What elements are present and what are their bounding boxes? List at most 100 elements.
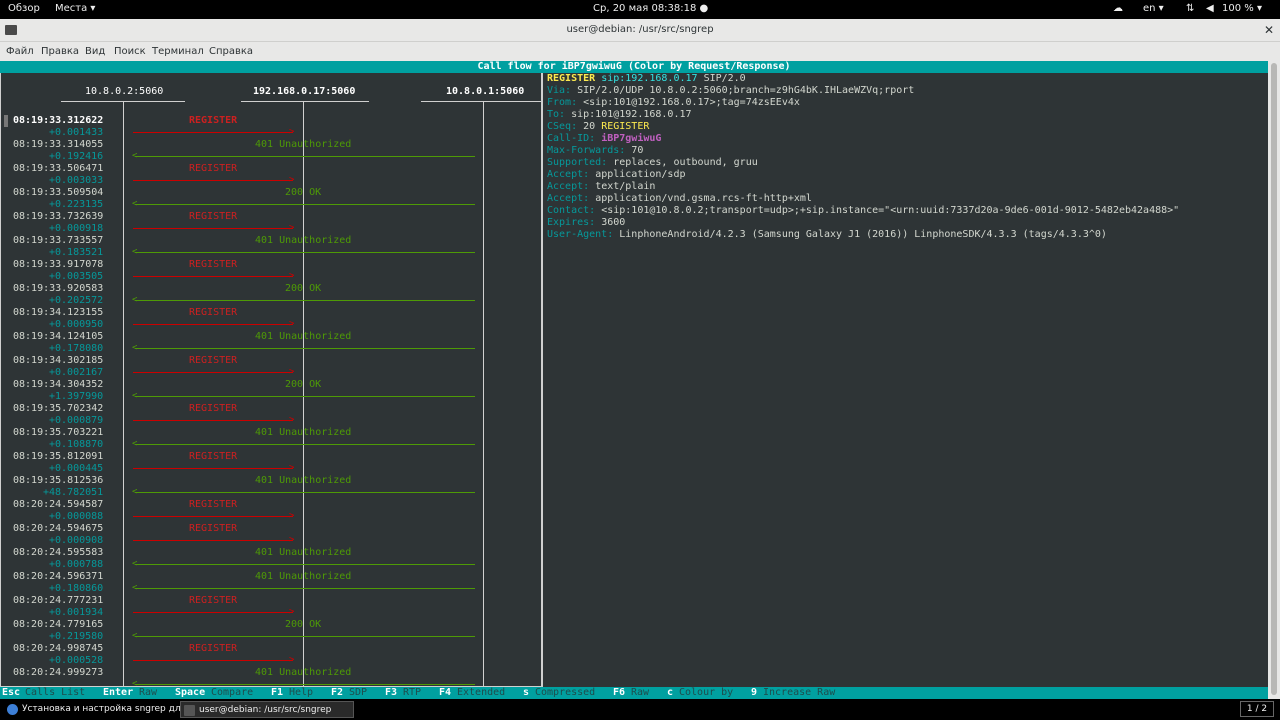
request-label[interactable]: REGISTER	[189, 115, 237, 127]
request-arrow[interactable]	[133, 276, 293, 277]
response-arrow[interactable]	[135, 588, 475, 589]
request-label[interactable]: REGISTER	[189, 523, 237, 535]
request-label[interactable]: REGISTER	[189, 307, 237, 319]
key-s[interactable]: s	[523, 687, 529, 699]
request-label[interactable]: REGISTER	[189, 403, 237, 415]
response-label[interactable]: 401 Unauthorized	[255, 547, 351, 559]
request-arrow[interactable]	[133, 660, 293, 661]
response-label[interactable]: 401 Unauthorized	[255, 667, 351, 679]
message-timestamp[interactable]: 08:20:24.595583	[13, 547, 103, 559]
response-arrow[interactable]	[135, 348, 475, 349]
message-timestamp[interactable]: 08:19:34.302185	[13, 355, 103, 367]
taskbar-browser[interactable]: Установка и настройка sngrep дл...	[4, 701, 189, 718]
menu-search[interactable]: Поиск	[114, 46, 146, 57]
request-label[interactable]: REGISTER	[189, 355, 237, 367]
message-timestamp[interactable]: 08:19:34.124105	[13, 331, 103, 343]
response-label[interactable]: 200 OK	[285, 187, 321, 199]
key-c[interactable]: c	[667, 687, 673, 699]
message-timestamp[interactable]: 08:19:33.509504	[13, 187, 103, 199]
message-timestamp[interactable]: 08:20:24.596371	[13, 571, 103, 583]
key-f2[interactable]: F2	[331, 687, 343, 699]
request-arrow[interactable]	[133, 228, 293, 229]
response-arrow[interactable]	[135, 444, 475, 445]
message-timestamp[interactable]: 08:20:24.779165	[13, 619, 103, 631]
response-arrow[interactable]	[135, 156, 475, 157]
menu-help[interactable]: Справка	[209, 46, 253, 57]
key-space[interactable]: Space	[175, 687, 205, 699]
clock[interactable]: Ср, 20 мая 08:38:18 ●	[593, 3, 708, 14]
key-9[interactable]: 9	[751, 687, 757, 699]
message-timestamp[interactable]: 08:19:34.123155	[13, 307, 103, 319]
request-arrow[interactable]	[133, 372, 293, 373]
battery-indicator[interactable]: 100 % ▾	[1222, 3, 1262, 14]
scrollbar-thumb[interactable]	[1271, 63, 1277, 695]
response-arrow[interactable]	[135, 396, 475, 397]
response-label[interactable]: 401 Unauthorized	[255, 331, 351, 343]
menu-edit[interactable]: Правка	[41, 46, 79, 57]
request-label[interactable]: REGISTER	[189, 211, 237, 223]
message-timestamp[interactable]: 08:19:34.304352	[13, 379, 103, 391]
request-label[interactable]: REGISTER	[189, 499, 237, 511]
key-esc[interactable]: Esc	[2, 687, 20, 699]
message-timestamp[interactable]: 08:20:24.594675	[13, 523, 103, 535]
response-label[interactable]: 401 Unauthorized	[255, 427, 351, 439]
request-label[interactable]: REGISTER	[189, 451, 237, 463]
response-arrow[interactable]	[135, 636, 475, 637]
message-timestamp[interactable]: 08:19:33.314055	[13, 139, 103, 151]
network-icon[interactable]: ⇅	[1186, 3, 1194, 14]
response-label[interactable]: 200 OK	[285, 379, 321, 391]
response-arrow[interactable]	[135, 300, 475, 301]
response-label[interactable]: 200 OK	[285, 283, 321, 295]
response-label[interactable]: 401 Unauthorized	[255, 571, 351, 583]
request-arrow[interactable]	[133, 612, 293, 613]
request-arrow[interactable]	[133, 540, 293, 541]
places-menu[interactable]: Места ▾	[55, 3, 95, 14]
key-f4[interactable]: F4	[439, 687, 451, 699]
message-timestamp[interactable]: 08:19:33.917078	[13, 259, 103, 271]
request-label[interactable]: REGISTER	[189, 643, 237, 655]
message-timestamp[interactable]: 08:19:33.920583	[13, 283, 103, 295]
keyboard-layout-menu[interactable]: en ▾	[1143, 3, 1164, 14]
close-icon[interactable]: ✕	[1264, 23, 1274, 37]
response-arrow[interactable]	[135, 492, 475, 493]
response-label[interactable]: 200 OK	[285, 619, 321, 631]
response-arrow[interactable]	[135, 564, 475, 565]
message-timestamp[interactable]: 08:19:33.506471	[13, 163, 103, 175]
cloud-icon[interactable]: ☁	[1113, 3, 1123, 14]
request-arrow[interactable]	[133, 132, 293, 133]
response-arrow[interactable]	[135, 204, 475, 205]
key-f3[interactable]: F3	[385, 687, 397, 699]
key-f1[interactable]: F1	[271, 687, 283, 699]
request-label[interactable]: REGISTER	[189, 163, 237, 175]
message-timestamp[interactable]: 08:19:35.702342	[13, 403, 103, 415]
menu-view[interactable]: Вид	[85, 46, 105, 57]
workspace-pager[interactable]: 1 / 2	[1240, 701, 1274, 717]
request-arrow[interactable]	[133, 324, 293, 325]
request-arrow[interactable]	[133, 420, 293, 421]
message-timestamp[interactable]: 08:19:35.812091	[13, 451, 103, 463]
activities-button[interactable]: Обзор	[8, 3, 40, 14]
message-timestamp[interactable]: 08:19:35.703221	[13, 427, 103, 439]
key-f6[interactable]: F6	[613, 687, 625, 699]
request-label[interactable]: REGISTER	[189, 259, 237, 271]
message-timestamp[interactable]: 08:20:24.998745	[13, 643, 103, 655]
volume-icon[interactable]: ◀	[1206, 3, 1214, 14]
menu-file[interactable]: Файл	[6, 46, 34, 57]
message-timestamp[interactable]: 08:20:24.777231	[13, 595, 103, 607]
response-label[interactable]: 401 Unauthorized	[255, 235, 351, 247]
taskbar-terminal[interactable]: user@debian: /usr/src/sngrep	[180, 701, 354, 718]
message-timestamp[interactable]: 08:20:24.594587	[13, 499, 103, 511]
request-arrow[interactable]	[133, 180, 293, 181]
response-arrow[interactable]	[135, 252, 475, 253]
key-enter[interactable]: Enter	[103, 687, 133, 699]
message-timestamp[interactable]: 08:20:24.999273	[13, 667, 103, 679]
response-label[interactable]: 401 Unauthorized	[255, 139, 351, 151]
request-label[interactable]: REGISTER	[189, 595, 237, 607]
request-arrow[interactable]	[133, 468, 293, 469]
terminal-scrollbar[interactable]	[1268, 61, 1280, 699]
message-timestamp[interactable]: 08:19:33.732639	[13, 211, 103, 223]
terminal[interactable]: Call flow for iBP7gwiwuG (Color by Reque…	[0, 61, 1268, 699]
menu-terminal[interactable]: Терминал	[152, 46, 204, 57]
response-arrow[interactable]	[135, 684, 475, 685]
request-arrow[interactable]	[133, 516, 293, 517]
